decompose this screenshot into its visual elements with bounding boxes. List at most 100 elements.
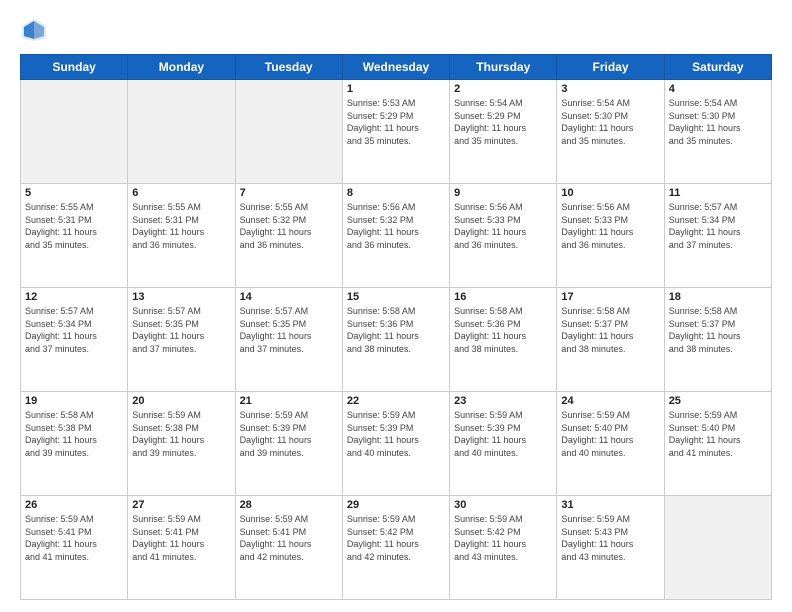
day-number: 14	[240, 291, 338, 303]
calendar-cell: 9 Sunrise: 5:56 AM Sunset: 5:33 PM Daylig…	[450, 184, 557, 288]
calendar-cell: 18 Sunrise: 5:58 AM Sunset: 5:37 PM Dayli…	[664, 288, 771, 392]
day-info: Sunrise: 5:55 AM Sunset: 5:31 PM Dayligh…	[25, 201, 123, 251]
day-number: 29	[347, 499, 445, 511]
day-number: 24	[561, 395, 659, 407]
day-number: 25	[669, 395, 767, 407]
day-number: 21	[240, 395, 338, 407]
day-number: 3	[561, 83, 659, 95]
calendar-cell: 27 Sunrise: 5:59 AM Sunset: 5:41 PM Dayli…	[128, 496, 235, 600]
day-info: Sunrise: 5:54 AM Sunset: 5:30 PM Dayligh…	[669, 97, 767, 147]
calendar-cell: 25 Sunrise: 5:59 AM Sunset: 5:40 PM Dayli…	[664, 392, 771, 496]
day-info: Sunrise: 5:58 AM Sunset: 5:37 PM Dayligh…	[669, 305, 767, 355]
calendar-cell: 19 Sunrise: 5:58 AM Sunset: 5:38 PM Dayli…	[21, 392, 128, 496]
day-info: Sunrise: 5:57 AM Sunset: 5:35 PM Dayligh…	[240, 305, 338, 355]
day-info: Sunrise: 5:59 AM Sunset: 5:39 PM Dayligh…	[240, 409, 338, 459]
calendar-week-row: 1Sunrise: 5:53 AM Sunset: 5:29 PM Daylig…	[21, 80, 772, 184]
day-info: Sunrise: 5:59 AM Sunset: 5:41 PM Dayligh…	[25, 513, 123, 563]
calendar-table: SundayMondayTuesdayWednesdayThursdayFrid…	[20, 54, 772, 600]
day-info: Sunrise: 5:54 AM Sunset: 5:30 PM Dayligh…	[561, 97, 659, 147]
calendar-cell: 28Sunrise: 5:59 AM Sunset: 5:41 PM Dayli…	[235, 496, 342, 600]
calendar-week-row: 12 Sunrise: 5:57 AM Sunset: 5:34 PM Dayli…	[21, 288, 772, 392]
day-info: Sunrise: 5:59 AM Sunset: 5:42 PM Dayligh…	[454, 513, 552, 563]
day-number: 31	[561, 499, 659, 511]
calendar-cell: 17 Sunrise: 5:58 AM Sunset: 5:37 PM Dayli…	[557, 288, 664, 392]
day-number: 20	[132, 395, 230, 407]
weekday-header: Sunday	[21, 55, 128, 80]
day-number: 26	[25, 499, 123, 511]
calendar-week-row: 26 Sunrise: 5:59 AM Sunset: 5:41 PM Dayli…	[21, 496, 772, 600]
calendar-cell: 6 Sunrise: 5:55 AM Sunset: 5:31 PM Daylig…	[128, 184, 235, 288]
day-number: 2	[454, 83, 552, 95]
day-info: Sunrise: 5:57 AM Sunset: 5:34 PM Dayligh…	[669, 201, 767, 251]
day-number: 8	[347, 187, 445, 199]
day-number: 6	[132, 187, 230, 199]
header	[20, 16, 772, 44]
day-info: Sunrise: 5:55 AM Sunset: 5:31 PM Dayligh…	[132, 201, 230, 251]
calendar-cell	[21, 80, 128, 184]
day-number: 23	[454, 395, 552, 407]
day-number: 30	[454, 499, 552, 511]
calendar-week-row: 19 Sunrise: 5:58 AM Sunset: 5:38 PM Dayli…	[21, 392, 772, 496]
day-number: 4	[669, 83, 767, 95]
calendar-cell: 26 Sunrise: 5:59 AM Sunset: 5:41 PM Dayli…	[21, 496, 128, 600]
calendar-cell: 29 Sunrise: 5:59 AM Sunset: 5:42 PM Dayli…	[342, 496, 449, 600]
calendar-cell: 20 Sunrise: 5:59 AM Sunset: 5:38 PM Dayli…	[128, 392, 235, 496]
day-number: 11	[669, 187, 767, 199]
calendar-cell: 11 Sunrise: 5:57 AM Sunset: 5:34 PM Dayli…	[664, 184, 771, 288]
page: SundayMondayTuesdayWednesdayThursdayFrid…	[0, 0, 792, 612]
day-info: Sunrise: 5:59 AM Sunset: 5:42 PM Dayligh…	[347, 513, 445, 563]
calendar-cell	[235, 80, 342, 184]
day-number: 7	[240, 187, 338, 199]
calendar-cell: 8 Sunrise: 5:56 AM Sunset: 5:32 PM Daylig…	[342, 184, 449, 288]
day-info: Sunrise: 5:56 AM Sunset: 5:32 PM Dayligh…	[347, 201, 445, 251]
day-info: Sunrise: 5:58 AM Sunset: 5:36 PM Dayligh…	[347, 305, 445, 355]
calendar-cell: 16 Sunrise: 5:58 AM Sunset: 5:36 PM Dayli…	[450, 288, 557, 392]
weekday-header: Tuesday	[235, 55, 342, 80]
calendar-cell: 10Sunrise: 5:56 AM Sunset: 5:33 PM Dayli…	[557, 184, 664, 288]
day-info: Sunrise: 5:56 AM Sunset: 5:33 PM Dayligh…	[454, 201, 552, 251]
calendar-cell	[128, 80, 235, 184]
day-number: 5	[25, 187, 123, 199]
weekday-header: Monday	[128, 55, 235, 80]
day-number: 13	[132, 291, 230, 303]
day-info: Sunrise: 5:59 AM Sunset: 5:38 PM Dayligh…	[132, 409, 230, 459]
weekday-header: Saturday	[664, 55, 771, 80]
calendar-cell: 21 Sunrise: 5:59 AM Sunset: 5:39 PM Dayli…	[235, 392, 342, 496]
calendar-cell: 30 Sunrise: 5:59 AM Sunset: 5:42 PM Dayli…	[450, 496, 557, 600]
weekday-header-row: SundayMondayTuesdayWednesdayThursdayFrid…	[21, 55, 772, 80]
day-number: 9	[454, 187, 552, 199]
day-info: Sunrise: 5:58 AM Sunset: 5:38 PM Dayligh…	[25, 409, 123, 459]
calendar-cell: 1Sunrise: 5:53 AM Sunset: 5:29 PM Daylig…	[342, 80, 449, 184]
calendar-cell: 15Sunrise: 5:58 AM Sunset: 5:36 PM Dayli…	[342, 288, 449, 392]
day-info: Sunrise: 5:59 AM Sunset: 5:40 PM Dayligh…	[669, 409, 767, 459]
day-info: Sunrise: 5:53 AM Sunset: 5:29 PM Dayligh…	[347, 97, 445, 147]
day-info: Sunrise: 5:57 AM Sunset: 5:34 PM Dayligh…	[25, 305, 123, 355]
day-number: 16	[454, 291, 552, 303]
weekday-header: Friday	[557, 55, 664, 80]
day-info: Sunrise: 5:59 AM Sunset: 5:40 PM Dayligh…	[561, 409, 659, 459]
day-info: Sunrise: 5:59 AM Sunset: 5:43 PM Dayligh…	[561, 513, 659, 563]
calendar-cell: 22Sunrise: 5:59 AM Sunset: 5:39 PM Dayli…	[342, 392, 449, 496]
day-number: 19	[25, 395, 123, 407]
calendar-cell	[664, 496, 771, 600]
calendar-cell: 24 Sunrise: 5:59 AM Sunset: 5:40 PM Dayli…	[557, 392, 664, 496]
day-info: Sunrise: 5:59 AM Sunset: 5:39 PM Dayligh…	[454, 409, 552, 459]
calendar-cell: 3 Sunrise: 5:54 AM Sunset: 5:30 PM Daylig…	[557, 80, 664, 184]
day-number: 18	[669, 291, 767, 303]
logo-icon	[20, 16, 48, 44]
calendar-cell: 14 Sunrise: 5:57 AM Sunset: 5:35 PM Dayli…	[235, 288, 342, 392]
day-number: 17	[561, 291, 659, 303]
calendar-week-row: 5 Sunrise: 5:55 AM Sunset: 5:31 PM Daylig…	[21, 184, 772, 288]
day-number: 28	[240, 499, 338, 511]
day-number: 22	[347, 395, 445, 407]
logo	[20, 16, 52, 44]
day-info: Sunrise: 5:59 AM Sunset: 5:41 PM Dayligh…	[132, 513, 230, 563]
day-info: Sunrise: 5:58 AM Sunset: 5:36 PM Dayligh…	[454, 305, 552, 355]
day-number: 27	[132, 499, 230, 511]
day-info: Sunrise: 5:54 AM Sunset: 5:29 PM Dayligh…	[454, 97, 552, 147]
day-number: 12	[25, 291, 123, 303]
day-info: Sunrise: 5:55 AM Sunset: 5:32 PM Dayligh…	[240, 201, 338, 251]
calendar-cell: 12 Sunrise: 5:57 AM Sunset: 5:34 PM Dayli…	[21, 288, 128, 392]
day-info: Sunrise: 5:58 AM Sunset: 5:37 PM Dayligh…	[561, 305, 659, 355]
day-info: Sunrise: 5:57 AM Sunset: 5:35 PM Dayligh…	[132, 305, 230, 355]
